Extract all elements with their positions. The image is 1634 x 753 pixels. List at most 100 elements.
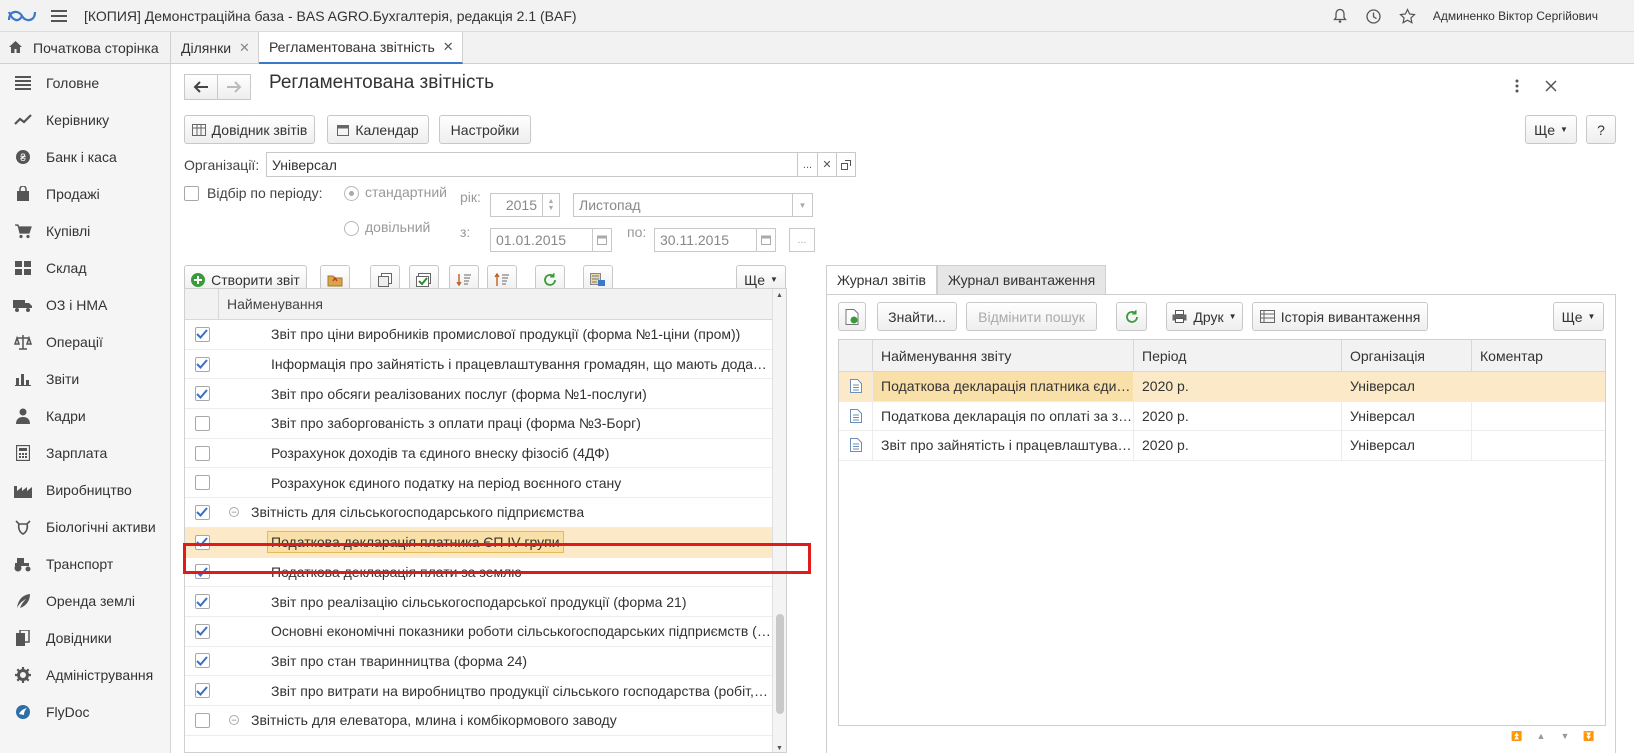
checked-checkbox[interactable]: [194, 326, 210, 342]
checked-checkbox[interactable]: [194, 623, 210, 639]
tree-row[interactable]: Звіт про заборгованість з оплати праці (…: [185, 409, 786, 439]
first-page-icon[interactable]: ⏫: [1506, 727, 1528, 745]
tree-row[interactable]: Інформація про зайнятість і працевлаштув…: [185, 350, 786, 380]
sidebar-item-bank[interactable]: ₴ Банк і каса: [0, 138, 170, 175]
back-button[interactable]: [184, 74, 218, 100]
sidebar-item-transport[interactable]: Транспорт: [0, 545, 170, 582]
radio-standard[interactable]: [344, 186, 359, 201]
sidebar-item-administration[interactable]: Адміністрування: [0, 656, 170, 693]
close-icon[interactable]: ✕: [443, 39, 454, 55]
upload-history-button[interactable]: Історія вивантаження: [1252, 302, 1428, 331]
calendar-icon[interactable]: [756, 228, 776, 252]
sidebar-item-bio-assets[interactable]: Біологічні активи: [0, 508, 170, 545]
refresh-icon[interactable]: [1116, 302, 1147, 331]
tree-row[interactable]: Звіт про обсяги реалізованих послуг (фор…: [185, 379, 786, 410]
checkbox[interactable]: [194, 712, 210, 728]
bell-icon[interactable]: [1323, 0, 1357, 32]
clear-icon[interactable]: ✕: [817, 152, 837, 177]
checked-checkbox[interactable]: [194, 534, 210, 550]
calendar-button[interactable]: Календар: [327, 115, 429, 144]
checked-checkbox[interactable]: [194, 683, 210, 699]
tab-reports-journal[interactable]: Журнал звітів: [826, 265, 937, 295]
settings-button[interactable]: Настройки: [439, 115, 531, 144]
period-range-button[interactable]: ...: [789, 228, 815, 252]
scrollbar-thumb[interactable]: [776, 614, 784, 714]
user-name[interactable]: Админенко Віктор Сергійович: [1425, 9, 1634, 23]
vertical-scrollbar[interactable]: ▲ ▼: [772, 289, 786, 752]
sidebar-item-sales[interactable]: Продажі: [0, 175, 170, 212]
period-filter-checkbox[interactable]: [184, 186, 199, 201]
tree-group-row[interactable]: − Звітність для сільськогосподарського пі…: [185, 498, 786, 528]
sidebar-item-land-lease[interactable]: Оренда землі: [0, 582, 170, 619]
collapse-icon[interactable]: −: [229, 507, 239, 518]
organization-select-button[interactable]: ...: [797, 152, 818, 177]
tab-home[interactable]: Початкова сторінка: [0, 32, 171, 64]
sidebar-item-personnel[interactable]: Кадри: [0, 397, 170, 434]
table-row[interactable]: Звіт про зайнятість і працевлаштува… 2020…: [839, 431, 1605, 461]
sidebar-item-salary[interactable]: Зарплата: [0, 434, 170, 471]
checked-checkbox[interactable]: [194, 653, 210, 669]
tree-row[interactable]: Податкова декларація платника ЄП IV груп…: [185, 527, 786, 558]
sidebar-item-warehouse[interactable]: Склад: [0, 249, 170, 286]
app-logo-icon[interactable]: [0, 0, 44, 32]
more-vertical-icon[interactable]: [1507, 76, 1527, 96]
export-doc-icon[interactable]: [838, 302, 866, 331]
reports-directory-button[interactable]: Довідник звітів: [184, 115, 315, 144]
tab-regulated-reporting[interactable]: Регламентована звітність ✕: [258, 32, 463, 64]
month-field[interactable]: Листопад: [573, 193, 813, 217]
prev-page-icon[interactable]: ▲: [1530, 727, 1552, 745]
tab-dilianky[interactable]: Ділянки ✕: [171, 32, 259, 64]
sidebar-item-main[interactable]: Головне: [0, 64, 170, 101]
scroll-up-icon[interactable]: ▲: [776, 292, 783, 299]
sidebar-item-reports[interactable]: Звіти: [0, 360, 170, 397]
tab-upload-journal[interactable]: Журнал вивантаження: [936, 265, 1107, 295]
last-page-icon[interactable]: ⏬: [1578, 727, 1600, 745]
checked-checkbox[interactable]: [194, 594, 210, 610]
next-page-icon[interactable]: ▼: [1554, 727, 1576, 745]
organization-field[interactable]: Універсал: [266, 152, 798, 177]
collapse-icon[interactable]: −: [229, 715, 239, 726]
tree-row[interactable]: Податкова декларація плати за землю: [185, 558, 786, 588]
checked-checkbox[interactable]: [194, 504, 210, 520]
column-header-comment[interactable]: Коментар: [1472, 340, 1605, 371]
calendar-icon[interactable]: [592, 228, 612, 252]
tree-row[interactable]: Звіт про реалізацію сільськогосподарсько…: [185, 587, 786, 617]
sidebar-item-production[interactable]: Виробництво: [0, 471, 170, 508]
table-row[interactable]: Податкова декларація по оплаті за з… 2020…: [839, 401, 1605, 431]
tree-row[interactable]: Основні економічні показники роботи сіль…: [185, 617, 786, 647]
right-more-button[interactable]: Ще ▼: [1553, 302, 1604, 331]
close-icon[interactable]: ✕: [239, 40, 250, 56]
print-button[interactable]: Друк ▼: [1166, 302, 1243, 331]
checked-checkbox[interactable]: [194, 356, 210, 372]
menu-icon[interactable]: [44, 0, 74, 32]
help-button[interactable]: ?: [1586, 115, 1616, 144]
month-dropdown-icon[interactable]: ▼: [792, 193, 813, 217]
history-icon[interactable]: [1357, 0, 1391, 32]
checkbox[interactable]: [194, 475, 210, 491]
tree-row[interactable]: Звіт про ціни виробників промислової про…: [185, 320, 786, 350]
column-header-name[interactable]: Найменування: [219, 296, 323, 312]
tree-row[interactable]: Розрахунок доходів та єдиного внеску фіз…: [185, 439, 786, 469]
close-icon[interactable]: [1541, 76, 1561, 96]
checkbox[interactable]: [194, 415, 210, 431]
sidebar-item-operations[interactable]: Операції: [0, 323, 170, 360]
sidebar-item-catalogs[interactable]: Довідники: [0, 619, 170, 656]
cancel-search-button[interactable]: Відмінити пошук: [966, 302, 1097, 331]
checkbox[interactable]: [194, 445, 210, 461]
table-row[interactable]: Податкова декларація платника єди… 2020 р…: [839, 372, 1605, 402]
checked-checkbox[interactable]: [194, 386, 210, 402]
sidebar-item-flydoc[interactable]: FlyDoc: [0, 693, 170, 730]
more-button[interactable]: Ще ▼: [1525, 115, 1577, 144]
find-button[interactable]: Знайти...: [877, 302, 957, 331]
year-spinner[interactable]: ▲ ▼: [542, 193, 560, 217]
sidebar-item-fixed-assets[interactable]: ОЗ і НМА: [0, 286, 170, 323]
star-icon[interactable]: [1391, 0, 1425, 32]
column-header-report-name[interactable]: Найменування звіту: [873, 340, 1134, 371]
column-header-period[interactable]: Період: [1134, 340, 1342, 371]
forward-button[interactable]: [217, 74, 251, 100]
tree-row[interactable]: Розрахунок єдиного податку на період воє…: [185, 468, 786, 499]
sidebar-item-purchases[interactable]: Купівлі: [0, 212, 170, 249]
open-icon[interactable]: [836, 152, 856, 177]
checked-checkbox[interactable]: [194, 564, 210, 580]
radio-custom[interactable]: [344, 221, 359, 236]
